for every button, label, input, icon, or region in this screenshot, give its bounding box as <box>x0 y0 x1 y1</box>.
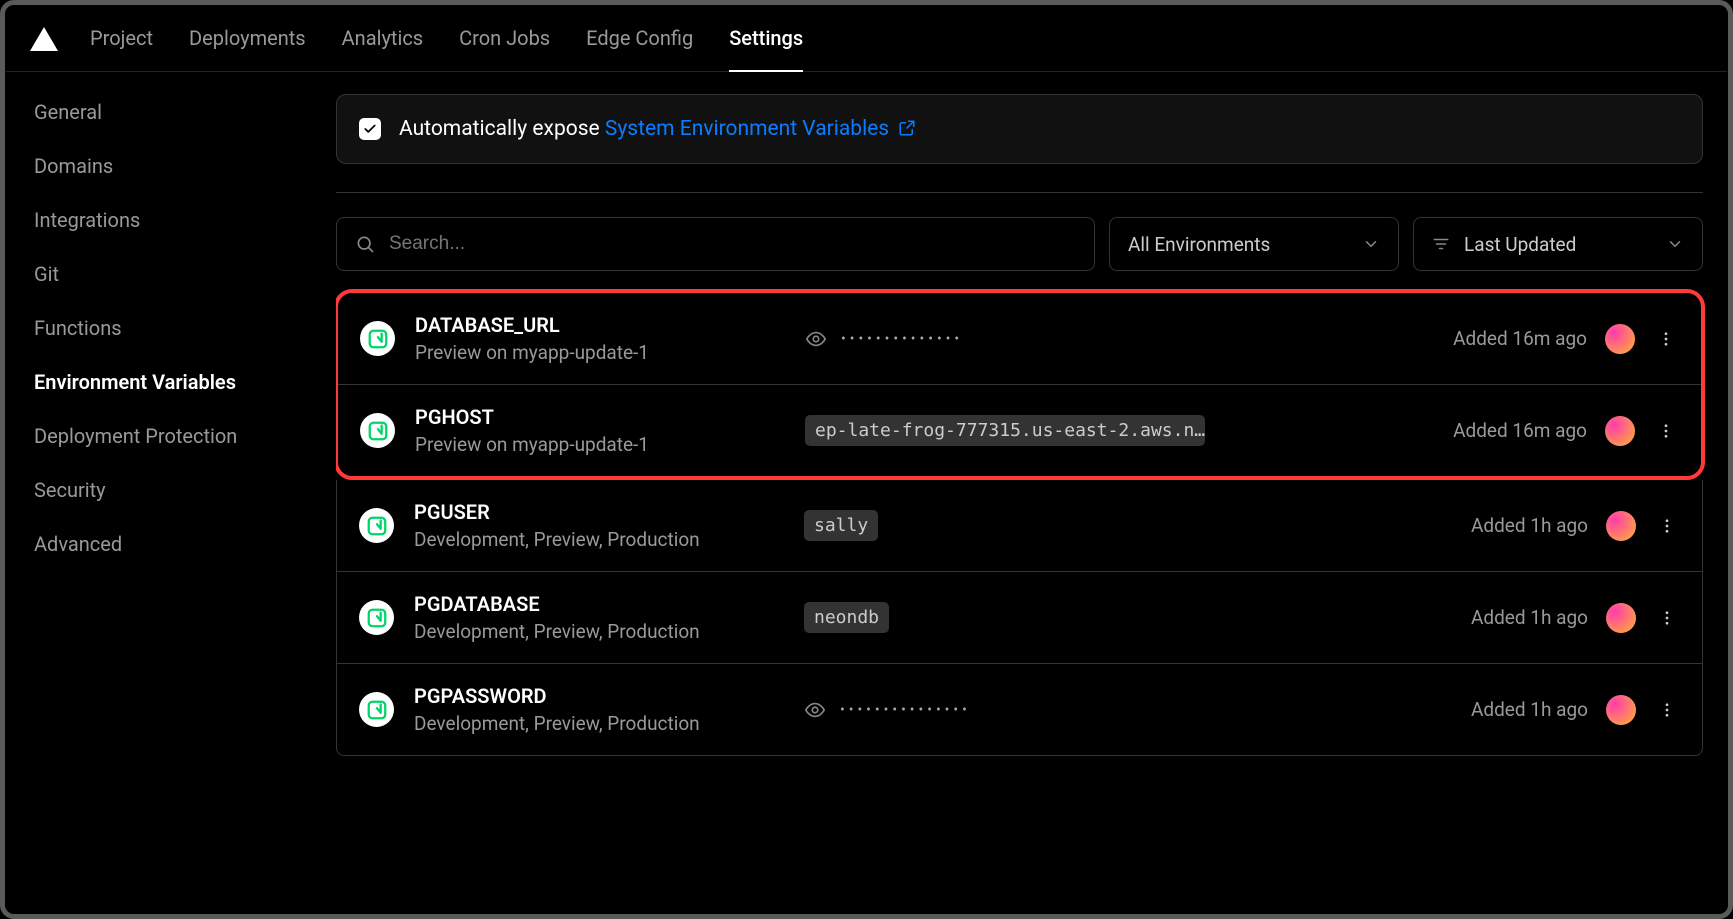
masked-value: ••••••••••••••• <box>840 702 971 718</box>
sidebar-item-integrations[interactable]: Integrations <box>34 208 336 232</box>
env-var-meta: Added 1h ago <box>1471 695 1680 725</box>
env-var-row[interactable]: PGHOST Preview on myapp-update-1 ep-late-f… <box>338 385 1701 476</box>
search-icon <box>355 234 375 254</box>
sort-label: Last Updated <box>1464 233 1576 256</box>
env-var-value: neondb <box>804 602 889 633</box>
user-avatar[interactable] <box>1605 324 1635 354</box>
highlighted-env-vars: DATABASE_URL Preview on myapp-update-1 •••… <box>336 289 1705 480</box>
auto-expose-checkbox[interactable] <box>359 118 381 140</box>
external-link-icon <box>898 117 916 141</box>
env-var-name-col: PGPASSWORD Development, Preview, Producti… <box>414 684 784 735</box>
neon-provider-icon <box>359 692 394 727</box>
sidebar-item-domains[interactable]: Domains <box>34 154 336 178</box>
auto-expose-banner: Automatically expose System Environment … <box>336 94 1703 164</box>
env-var-value-col: sally <box>804 510 1451 541</box>
sort-dropdown[interactable]: Last Updated <box>1413 217 1703 271</box>
main-content: Automatically expose System Environment … <box>336 72 1727 913</box>
banner-text-before: Automatically expose <box>399 117 605 141</box>
sidebar-item-security[interactable]: Security <box>34 478 336 502</box>
env-var-name-col: PGUSER Development, Preview, Production <box>414 500 784 551</box>
env-var-value-col: •••••••••••••• <box>805 328 1433 350</box>
env-var-name-col: PGDATABASE Development, Preview, Producti… <box>414 592 784 643</box>
env-var-name: PGDATABASE <box>414 592 784 616</box>
added-time: Added 1h ago <box>1471 514 1588 537</box>
top-nav: Project Deployments Analytics Cron Jobs Edge… <box>6 6 1727 72</box>
sidebar-item-environment-variables[interactable]: Environment Variables <box>34 370 336 394</box>
environment-filter-label: All Environments <box>1128 233 1270 256</box>
sidebar-item-general[interactable]: General <box>34 100 336 124</box>
env-var-value-col: ep-late-frog-777315.us-east-2.aws.n… <box>805 415 1433 446</box>
nav-analytics[interactable]: Analytics <box>342 6 424 72</box>
masked-value: •••••••••••••• <box>841 331 963 347</box>
env-var-meta: Added 16m ago <box>1453 324 1679 354</box>
user-avatar[interactable] <box>1606 603 1636 633</box>
env-var-scope: Preview on myapp-update-1 <box>415 433 785 456</box>
system-env-vars-link[interactable]: System Environment Variables <box>605 117 889 141</box>
env-var-scope: Preview on myapp-update-1 <box>415 341 785 364</box>
env-var-value-col: ••••••••••••••• <box>804 699 1451 721</box>
env-var-name-col: DATABASE_URL Preview on myapp-update-1 <box>415 313 785 364</box>
more-actions-icon[interactable] <box>1654 701 1680 719</box>
sidebar-item-git[interactable]: Git <box>34 262 336 286</box>
user-avatar[interactable] <box>1605 416 1635 446</box>
sidebar-item-deployment-protection[interactable]: Deployment Protection <box>34 424 336 448</box>
env-var-list: DATABASE_URL Preview on myapp-update-1 •••… <box>336 289 1703 756</box>
added-time: Added 1h ago <box>1471 698 1588 721</box>
env-var-scope: Development, Preview, Production <box>414 620 784 643</box>
env-var-value: ep-late-frog-777315.us-east-2.aws.n… <box>805 415 1205 446</box>
env-var-scope: Development, Preview, Production <box>414 712 784 735</box>
env-var-name: PGPASSWORD <box>414 684 784 708</box>
env-var-meta: Added 1h ago <box>1471 603 1680 633</box>
sort-icon <box>1432 235 1450 253</box>
env-vars: PGUSER Development, Preview, Production sa… <box>336 480 1703 756</box>
env-var-row[interactable]: PGUSER Development, Preview, Production sa… <box>337 480 1702 572</box>
neon-provider-icon <box>360 413 395 448</box>
env-var-value: sally <box>804 510 878 541</box>
settings-sidebar: General Domains Integrations Git Functions En… <box>6 72 336 913</box>
env-var-name: PGHOST <box>415 405 785 429</box>
env-var-value-col: neondb <box>804 602 1451 633</box>
more-actions-icon[interactable] <box>1653 330 1679 348</box>
env-var-row[interactable]: PGPASSWORD Development, Preview, Producti… <box>337 664 1702 755</box>
env-var-scope: Development, Preview, Production <box>414 528 784 551</box>
added-time: Added 16m ago <box>1453 419 1587 442</box>
nav-edge-config[interactable]: Edge Config <box>586 6 693 72</box>
search-box[interactable] <box>336 217 1095 271</box>
nav-deployments[interactable]: Deployments <box>189 6 306 72</box>
neon-provider-icon <box>359 600 394 635</box>
added-time: Added 16m ago <box>1453 327 1587 350</box>
added-time: Added 1h ago <box>1471 606 1588 629</box>
banner-text: Automatically expose System Environment … <box>399 117 916 141</box>
env-var-row[interactable]: PGDATABASE Development, Preview, Producti… <box>337 572 1702 664</box>
nav-project[interactable]: Project <box>90 6 153 72</box>
chevron-down-icon <box>1666 235 1684 253</box>
more-actions-icon[interactable] <box>1654 517 1680 535</box>
divider <box>336 192 1703 193</box>
search-input[interactable] <box>389 233 1076 255</box>
filter-controls: All Environments Last Updated <box>336 217 1703 271</box>
env-var-meta: Added 1h ago <box>1471 511 1680 541</box>
reveal-value-icon[interactable] <box>804 699 826 721</box>
nav-settings[interactable]: Settings <box>729 6 803 72</box>
env-var-meta: Added 16m ago <box>1453 416 1679 446</box>
sidebar-item-advanced[interactable]: Advanced <box>34 532 336 556</box>
user-avatar[interactable] <box>1606 695 1636 725</box>
env-var-name: DATABASE_URL <box>415 313 785 337</box>
chevron-down-icon <box>1362 235 1380 253</box>
sidebar-item-functions[interactable]: Functions <box>34 316 336 340</box>
reveal-value-icon[interactable] <box>805 328 827 350</box>
user-avatar[interactable] <box>1606 511 1636 541</box>
env-var-row[interactable]: DATABASE_URL Preview on myapp-update-1 •••… <box>338 293 1701 385</box>
env-var-name-col: PGHOST Preview on myapp-update-1 <box>415 405 785 456</box>
vercel-logo[interactable] <box>30 27 58 51</box>
more-actions-icon[interactable] <box>1654 609 1680 627</box>
neon-provider-icon <box>360 321 395 356</box>
more-actions-icon[interactable] <box>1653 422 1679 440</box>
neon-provider-icon <box>359 508 394 543</box>
nav-cron-jobs[interactable]: Cron Jobs <box>459 6 550 72</box>
env-var-name: PGUSER <box>414 500 784 524</box>
environment-filter-dropdown[interactable]: All Environments <box>1109 217 1399 271</box>
